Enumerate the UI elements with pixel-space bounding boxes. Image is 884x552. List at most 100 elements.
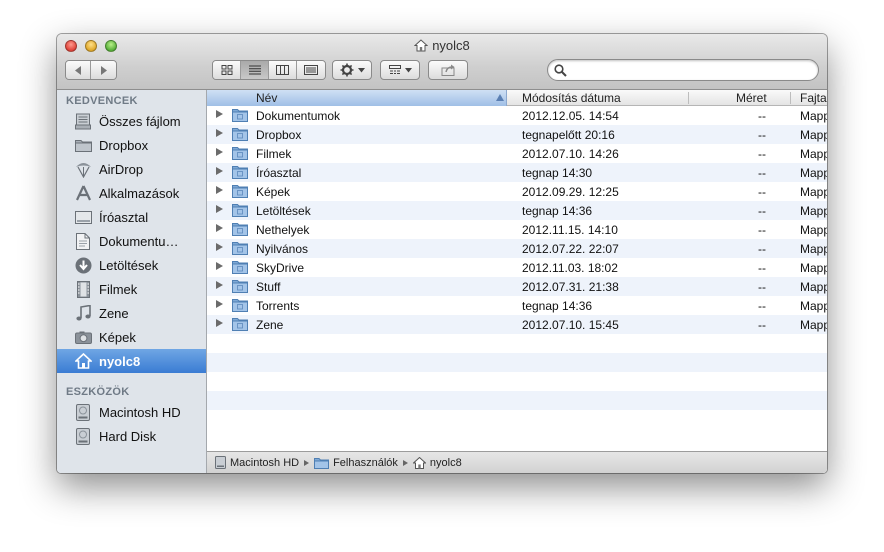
forward-button[interactable] [91, 61, 116, 79]
column-view-button[interactable] [269, 61, 297, 79]
search-input[interactable] [570, 62, 810, 78]
sidebar-item-documents[interactable]: Dokumentu… [57, 229, 206, 253]
file-name: Nethelyek [256, 223, 310, 237]
file-name: Dropbox [256, 128, 302, 142]
path-segment-label: Felhasználók [333, 456, 398, 469]
file-size: -- [758, 109, 766, 123]
sidebar-item-applications[interactable]: Alkalmazások [57, 181, 206, 205]
file-size: -- [758, 128, 766, 142]
music-icon [74, 304, 92, 322]
table-row[interactable]: Nethelyek 2012.11.15. 14:10 -- Mappa [207, 220, 827, 239]
action-menu-button[interactable] [332, 60, 372, 80]
column-header-kind[interactable]: Fajta [800, 91, 827, 105]
column-divider[interactable] [688, 92, 689, 104]
path-arrow-icon [304, 459, 310, 466]
sidebar-header-favorites: KEDVENCEK [66, 95, 138, 107]
table-row[interactable]: Zene 2012.07.10. 15:45 -- Mappa [207, 315, 827, 334]
back-button[interactable] [66, 61, 91, 79]
sidebar-item-pictures[interactable]: Képek [57, 325, 206, 349]
path-arrow-icon [402, 459, 408, 466]
sidebar-item-home[interactable]: nyolc8 [57, 349, 206, 373]
disclosure-triangle-icon[interactable] [216, 205, 223, 213]
sidebar-item-label: Összes fájlom [99, 113, 181, 129]
column-header-name[interactable] [207, 90, 507, 106]
file-modified: 2012.11.03. 18:02 [522, 261, 618, 275]
sidebar-item-airdrop[interactable]: AirDrop [57, 157, 206, 181]
table-row[interactable]: Stuff 2012.07.31. 21:38 -- Mappa [207, 277, 827, 296]
toolbar: nyolc8 [57, 34, 827, 90]
back-forward-control [65, 60, 117, 80]
gear-icon [340, 63, 353, 77]
disclosure-triangle-icon[interactable] [216, 110, 223, 118]
file-kind: Mappa [800, 280, 827, 294]
table-row[interactable]: Nyilvános 2012.07.22. 22:07 -- Mappa [207, 239, 827, 258]
table-row[interactable]: SkyDrive 2012.11.03. 18:02 -- Mappa [207, 258, 827, 277]
disclosure-triangle-icon[interactable] [216, 300, 223, 308]
file-name: Dokumentumok [256, 109, 341, 123]
coverflow-view-icon [304, 65, 318, 75]
sidebar-item-movies[interactable]: Filmek [57, 277, 206, 301]
table-row[interactable]: Dokumentumok 2012.12.05. 14:54 -- Mappa [207, 106, 827, 125]
file-size: -- [758, 147, 766, 161]
view-mode-control [212, 60, 326, 80]
sidebar-item-label: Képek [99, 329, 136, 345]
sidebar-item-macintosh-hd[interactable]: Macintosh HD [57, 400, 206, 424]
search-field[interactable] [547, 59, 819, 81]
sidebar-item-music[interactable]: Zene [57, 301, 206, 325]
path-segment-macintosh-hd[interactable]: Macintosh HD [215, 456, 299, 469]
sidebar-item-all-files[interactable]: Összes fájlom [57, 109, 206, 133]
table-row[interactable]: Filmek 2012.07.10. 14:26 -- Mappa [207, 144, 827, 163]
folder-icon [74, 136, 92, 154]
file-kind: Mappa [800, 166, 827, 180]
disclosure-triangle-icon[interactable] [216, 129, 223, 137]
disclosure-triangle-icon[interactable] [216, 186, 223, 194]
disclosure-triangle-icon[interactable] [216, 281, 223, 289]
disclosure-triangle-icon[interactable] [216, 148, 223, 156]
file-modified: tegnapelőtt 20:16 [522, 128, 615, 142]
path-segment-home[interactable]: nyolc8 [412, 456, 462, 469]
sidebar-header-devices: ESZKÖZÖK [66, 386, 130, 398]
icon-view-button[interactable] [213, 61, 241, 79]
disclosure-triangle-icon[interactable] [216, 262, 223, 270]
disclosure-triangle-icon[interactable] [216, 243, 223, 251]
file-modified: tegnap 14:30 [522, 166, 593, 180]
finder-window: nyolc8 KEDVENCEK Összes fájlom Dropbox A… [57, 34, 827, 473]
file-kind: Mappa [800, 109, 827, 123]
forward-arrow-icon [100, 65, 107, 75]
table-row[interactable]: Íróasztal tegnap 14:30 -- Mappa [207, 163, 827, 182]
disclosure-triangle-icon[interactable] [216, 224, 223, 232]
file-kind: Mappa [800, 185, 827, 199]
sidebar: KEDVENCEK Összes fájlom Dropbox AirDrop … [57, 90, 207, 473]
file-size: -- [758, 318, 766, 332]
list-view-button[interactable] [241, 61, 269, 79]
folder-icon [232, 222, 248, 239]
sidebar-item-label: Letöltések [99, 257, 159, 273]
column-header-size[interactable]: Méret [736, 91, 767, 105]
arrange-menu-button[interactable] [380, 60, 420, 80]
sidebar-item-label: Filmek [99, 281, 138, 297]
icon-view-icon [221, 65, 232, 75]
table-row[interactable]: Dropbox tegnapelőtt 20:16 -- Mappa [207, 125, 827, 144]
table-row[interactable]: Torrents tegnap 14:36 -- Mappa [207, 296, 827, 315]
airdrop-icon [74, 160, 92, 178]
sidebar-item-desktop[interactable]: Íróasztal [57, 205, 206, 229]
path-segment-users[interactable]: Felhasználók [314, 457, 398, 469]
disclosure-triangle-icon[interactable] [216, 319, 223, 327]
sidebar-item-label: Íróasztal [99, 209, 149, 225]
folder-icon [314, 457, 330, 469]
column-header-modified[interactable]: Módosítás dátuma [522, 91, 621, 105]
sidebar-item-hard-disk[interactable]: Hard Disk [57, 424, 206, 448]
empty-row [207, 410, 827, 429]
chevron-down-icon [357, 67, 365, 72]
coverflow-view-button[interactable] [297, 61, 325, 79]
file-size: -- [758, 261, 766, 275]
sidebar-item-dropbox[interactable]: Dropbox [57, 133, 206, 157]
chevron-down-icon [404, 67, 412, 72]
table-row[interactable]: Letöltések tegnap 14:36 -- Mappa [207, 201, 827, 220]
sidebar-item-downloads[interactable]: Letöltések [57, 253, 206, 277]
share-button[interactable] [428, 60, 468, 80]
disclosure-triangle-icon[interactable] [216, 167, 223, 175]
path-segment-label: Macintosh HD [230, 456, 300, 469]
table-row[interactable]: Képek 2012.09.29. 12:25 -- Mappa [207, 182, 827, 201]
column-divider[interactable] [790, 92, 791, 104]
